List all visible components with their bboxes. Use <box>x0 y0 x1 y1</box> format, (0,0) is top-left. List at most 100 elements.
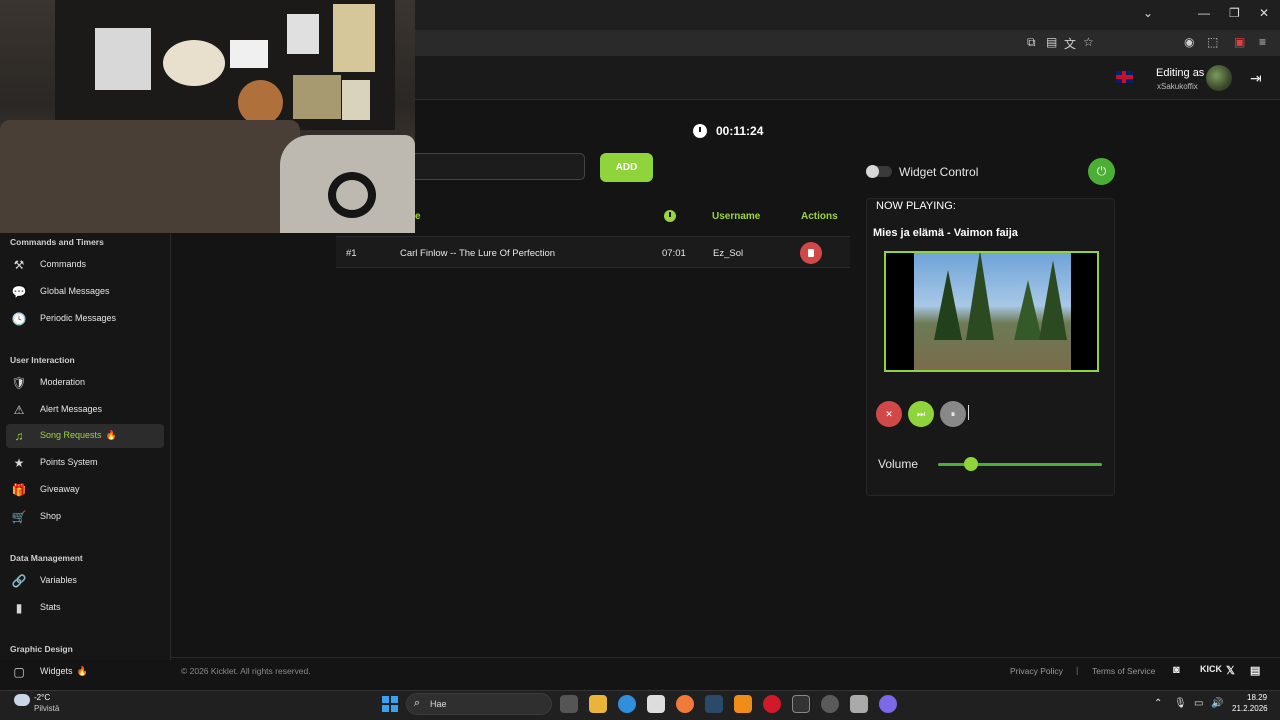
tab-list-icon[interactable]: ⌄ <box>1143 6 1153 20</box>
video-player[interactable] <box>884 251 1099 372</box>
menu-icon[interactable]: ≡ <box>1259 35 1266 49</box>
search-icon: ⌕ <box>414 697 421 709</box>
tree-shape <box>1014 280 1042 340</box>
song-request-input[interactable] <box>415 153 585 180</box>
star-icon: ★ <box>13 456 25 470</box>
app-icon[interactable] <box>850 695 868 713</box>
music-note-icon: ♫ <box>14 429 24 443</box>
taskbar-search[interactable] <box>406 693 552 715</box>
next-track-button[interactable]: ⏭ <box>908 401 934 427</box>
firefox-icon[interactable] <box>676 695 694 713</box>
now-playing-label: NOW PLAYING: <box>876 200 956 212</box>
column-header-username[interactable]: Username <box>712 211 760 222</box>
row-duration: 07:01 <box>662 248 686 259</box>
vlc-icon[interactable] <box>734 695 752 713</box>
sidebar-item-shop[interactable]: 🛒 Shop <box>6 505 164 529</box>
store-icon[interactable] <box>647 695 665 713</box>
skip-remove-button[interactable]: ✕ <box>876 401 902 427</box>
warning-icon: ⚠ <box>13 403 25 417</box>
column-header-actions: Actions <box>801 211 838 222</box>
network-icon[interactable]: ▭ <box>1194 698 1203 709</box>
webcam-poster <box>293 75 341 119</box>
clock-icon: 🕓 <box>11 312 27 326</box>
sidebar-item-stats[interactable]: ▮ Stats <box>6 596 164 620</box>
hammer-icon: ⚒ <box>13 258 25 272</box>
pause-button[interactable]: ⏸ <box>940 401 966 427</box>
widget-control-label: Widget Control <box>899 165 979 179</box>
clock-icon <box>693 124 707 138</box>
sidebar-item-label: Points System <box>40 457 98 467</box>
sidebar-item-label: Stats <box>40 602 61 612</box>
tray-overflow-icon[interactable]: ⌃ <box>1154 698 1162 709</box>
maximize-icon[interactable]: ❐ <box>1229 6 1240 20</box>
translate-icon[interactable]: 文 <box>1064 35 1076 52</box>
section-title-data-management: Data Management <box>10 553 83 563</box>
bar-chart-icon: ▮ <box>15 601 23 615</box>
x-icon[interactable]: 𝕏 <box>1226 664 1235 677</box>
app-icon[interactable] <box>821 695 839 713</box>
sidebar-item-label: Variables <box>40 575 77 585</box>
opera-icon[interactable] <box>763 695 781 713</box>
widget-control-toggle[interactable] <box>866 165 892 178</box>
volume-slider[interactable] <box>938 463 1102 466</box>
reader-icon[interactable]: ▤ <box>1046 35 1057 49</box>
clock-date[interactable]: 21.2.2026 <box>1232 704 1268 713</box>
cart-icon: 🛒 <box>11 510 27 524</box>
account-icon[interactable]: ◉ <box>1184 35 1194 49</box>
file-explorer-icon[interactable] <box>589 695 607 713</box>
editing-username: xSakukoffix <box>1157 82 1198 91</box>
delete-button[interactable] <box>800 242 822 264</box>
sidebar-item-points-system[interactable]: ★ Points System <box>6 451 164 475</box>
uk-flag-icon[interactable] <box>1116 71 1133 83</box>
sidebar-item-global-messages[interactable]: 💬 Global Messages <box>6 280 164 304</box>
webcam-overlay <box>0 0 415 233</box>
sidebar-item-moderation[interactable]: 🛡 Moderation <box>6 371 164 395</box>
edge-icon[interactable] <box>618 695 636 713</box>
terms-of-service-link[interactable]: Terms of Service <box>1092 666 1155 676</box>
tree-shape <box>966 253 994 340</box>
sidebar-item-widgets[interactable]: ▢ Widgets 🔥 <box>6 660 164 684</box>
close-icon[interactable]: ✕ <box>1259 6 1269 20</box>
sidebar-item-text: Song Requests <box>40 430 102 440</box>
cloud-icon[interactable] <box>14 694 30 706</box>
start-button[interactable] <box>382 696 398 712</box>
sidebar-item-commands[interactable]: ⚒ Commands <box>6 253 164 277</box>
document-icon[interactable]: ▤ <box>1250 664 1260 677</box>
volume-icon[interactable]: 🔊 <box>1211 698 1223 709</box>
discord-icon[interactable]: ◙ <box>1173 664 1180 676</box>
temperature: -2°C <box>34 693 51 702</box>
webcam-drum <box>238 80 283 125</box>
extensions-icon[interactable]: ⬚ <box>1207 35 1218 49</box>
sidebar-item-label: Periodic Messages <box>40 313 117 323</box>
webcam-poster <box>287 14 319 54</box>
microphone-icon[interactable]: 🎙 <box>1174 698 1187 709</box>
screenshot-icon[interactable]: ⧉ <box>1027 35 1036 50</box>
terminal-icon[interactable] <box>792 695 810 713</box>
clock-time[interactable]: 18.29 <box>1247 693 1267 702</box>
sidebar-item-giveaway[interactable]: 🎁 Giveaway <box>6 478 164 502</box>
avatar[interactable] <box>1206 65 1232 91</box>
volume-slider-handle[interactable] <box>963 457 978 471</box>
privacy-policy-link[interactable]: Privacy Policy <box>1010 666 1063 676</box>
discord-taskbar-icon[interactable] <box>879 695 897 713</box>
sidebar-item-label: Commands <box>40 259 87 269</box>
shield-icon: 🛡 <box>11 376 27 390</box>
bookmark-star-icon[interactable]: ☆ <box>1083 35 1094 49</box>
add-button[interactable]: ADD <box>600 153 653 182</box>
minimize-icon[interactable]: — <box>1198 6 1210 20</box>
kick-icon[interactable]: KICK <box>1200 664 1222 674</box>
sidebar-item-label: Song Requests 🔥 <box>40 430 117 441</box>
sidebar-item-variables[interactable]: 🔗 Variables <box>6 569 164 593</box>
logout-icon[interactable]: ⇥ <box>1250 70 1262 87</box>
power-button[interactable]: ⏻ <box>1088 158 1115 185</box>
section-title-commands: Commands and Timers <box>10 237 104 247</box>
sidebar-item-alert-messages[interactable]: ⚠ Alert Messages <box>6 398 164 422</box>
sidebar-item-periodic-messages[interactable]: 🕓 Periodic Messages <box>6 307 164 331</box>
webcam-poster <box>342 80 370 120</box>
task-view-icon[interactable] <box>560 695 578 713</box>
steam-icon[interactable] <box>705 695 723 713</box>
sidebar-item-song-requests[interactable]: ♫ Song Requests 🔥 <box>6 424 164 448</box>
column-header-title[interactable]: e <box>415 211 421 222</box>
extension-badge-icon[interactable]: ▣ <box>1234 35 1245 49</box>
webcam-flag <box>230 40 268 68</box>
